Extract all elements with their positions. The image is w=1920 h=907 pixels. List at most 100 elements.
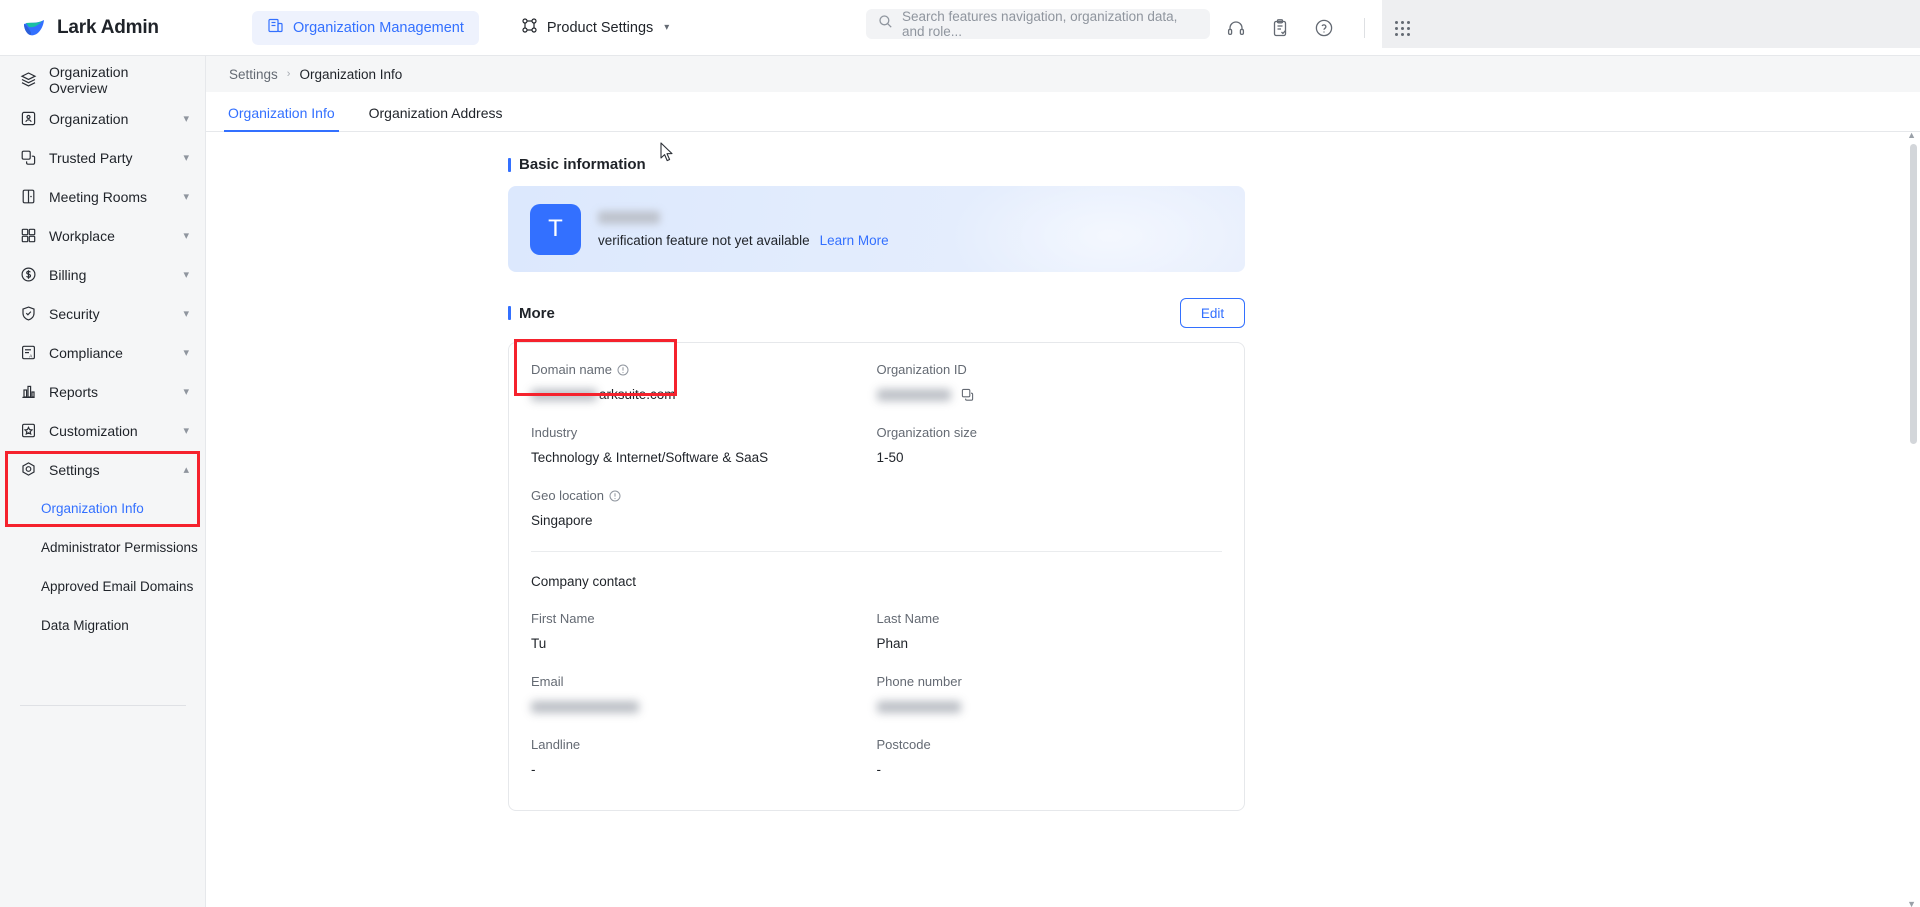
nav-organization-management[interactable]: Organization Management [252,10,479,45]
field-industry: Industry Technology & Internet/Software … [531,425,877,488]
star-box-icon [20,422,37,439]
sidebar-item-compliance[interactable]: A Compliance ▾ [0,333,205,372]
sidebar-item-security[interactable]: Security ▾ [0,294,205,333]
top-header: Lark Admin Organization Management Produ… [0,0,1920,56]
sidebar-item-label: Billing [49,266,87,283]
learn-more-link[interactable]: Learn More [820,233,889,248]
breadcrumb-current: Organization Info [299,66,403,82]
field-value [531,698,877,715]
sidebar-item-data-migration[interactable]: Data Migration [0,606,205,645]
avatar-letter: T [548,215,563,242]
headset-icon[interactable] [1226,18,1246,38]
main-content: Settings › Organization Info Organizatio… [206,56,1920,907]
organization-name-redacted [598,210,660,224]
field-value [876,698,1223,715]
scroll-up-arrow-icon[interactable]: ▲ [1907,132,1916,140]
page-title: Basic information [508,156,646,173]
sidebar-item-label: Compliance [49,344,123,361]
field-row-landline: Landline - Postcode - [531,737,1222,800]
field-row-industry: Industry Technology & Internet/Software … [531,425,1222,488]
field-label: Organization ID [877,362,1223,377]
avatar: T [530,203,581,255]
field-label-text: Organization ID [876,362,967,377]
sidebar-item-organization-overview[interactable]: Organization Overview [0,60,205,99]
sidebar-item-organization[interactable]: Organization ▾ [0,99,205,138]
tab-organization-info[interactable]: Organization Info [224,105,339,132]
info-circle-icon[interactable] [609,490,621,502]
field-label-text: Organization size [876,425,977,440]
sidebar-sub-label: Data Migration [41,618,129,633]
field-value: arksuite.com [531,386,877,403]
clipboard-check-icon[interactable] [1270,18,1290,38]
sidebar-divider [19,705,186,706]
sidebar-item-administrator-permissions[interactable]: Administrator Permissions [0,528,205,567]
sidebar-item-label: Reports [49,383,99,400]
field-label-text: Email [531,674,564,689]
sidebar-item-meeting-rooms[interactable]: Meeting Rooms ▾ [0,177,205,216]
sidebar-item-label: Trusted Party [49,149,133,166]
field-value-text: arksuite.com [599,387,676,402]
field-organization-id: Organization ID [876,362,1223,425]
dollar-circle-icon [20,266,37,283]
field-value: - [876,762,882,777]
sidebar-item-reports[interactable]: Reports ▾ [0,372,205,411]
domain-prefix-redacted [531,388,597,401]
search-input[interactable]: Search features navigation, organization… [866,9,1210,39]
apps-grid-icon[interactable] [1395,20,1410,36]
shield-check-icon [20,305,37,322]
settings-scroll-area: Basic information T verification feature… [206,132,1920,907]
brand-name: Lark Admin [57,16,159,38]
sidebar-sub-label: Approved Email Domains [41,579,194,594]
chevron-down-icon: ▾ [183,308,189,320]
section-title-text: Basic information [519,156,646,173]
sidebar-item-settings[interactable]: Settings ▴ [0,450,205,489]
tab-bar: Organization Info Organization Address [206,92,1920,132]
field-value [876,386,1223,403]
sidebar-item-approved-email-domains[interactable]: Approved Email Domains [0,567,205,606]
brand: Lark Admin [0,15,252,41]
field-label: First Name [531,611,877,626]
field-label: Landline [531,737,877,752]
scroll-down-arrow-icon[interactable]: ▼ [1907,899,1916,907]
more-details-card: Domain name arksuite.com Organization ID… [508,342,1245,811]
field-row-contact: Email Phone number [531,674,1222,737]
grid-squares-icon [20,227,37,244]
sidebar-item-workplace[interactable]: Workplace ▾ [0,216,205,255]
phone-redacted [876,700,961,713]
chevron-down-icon: ▾ [664,22,670,33]
sidebar: Organization Overview Organization ▾ Tru… [0,56,206,907]
svg-text:A: A [29,353,33,358]
breadcrumb-parent[interactable]: Settings [229,67,278,82]
copy-icon[interactable] [961,388,974,401]
field-value: Technology & Internet/Software & SaaS [531,450,769,465]
field-value: Singapore [531,513,593,528]
nav-label: Product Settings [546,19,654,36]
more-title: More [508,305,555,322]
sidebar-item-trusted-party[interactable]: Trusted Party ▾ [0,138,205,177]
sidebar-item-label: Organization Overview [49,63,129,96]
basic-information-header: Basic information [508,156,1245,173]
section-divider [531,551,1222,552]
scrollbar-thumb[interactable] [1910,144,1917,444]
field-value: Tu [531,636,547,651]
search-placeholder: Search features navigation, organization… [902,9,1178,39]
organization-info-panel: Basic information T verification feature… [508,156,1245,811]
sidebar-item-customization[interactable]: Customization ▾ [0,411,205,450]
help-circle-icon[interactable] [1314,18,1334,38]
field-label: Phone number [877,674,1223,689]
tab-organization-address[interactable]: Organization Address [365,105,507,131]
product-icon [521,17,538,38]
sidebar-item-billing[interactable]: Billing ▾ [0,255,205,294]
nav-product-settings[interactable]: Product Settings ▾ [506,11,684,45]
chevron-down-icon: ▾ [183,386,189,398]
nav-label: Organization Management [293,19,464,36]
info-circle-icon[interactable] [617,364,629,376]
chevron-down-icon: ▾ [183,113,189,125]
edit-button[interactable]: Edit [1180,298,1245,328]
chevron-down-icon: ▾ [183,347,189,359]
tab-label: Organization Info [228,105,335,121]
field-value: - [531,762,536,777]
sidebar-item-organization-info[interactable]: Organization Info [0,489,205,528]
bar-chart-icon [20,383,37,400]
chevron-down-icon: ▾ [183,152,189,164]
